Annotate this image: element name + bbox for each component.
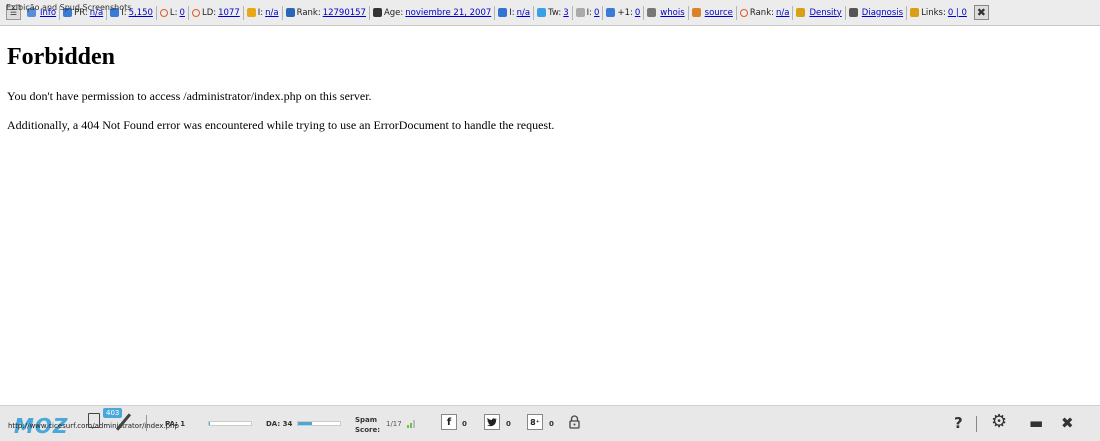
seo-item-link[interactable]: 0	[594, 8, 599, 18]
seo-item-link[interactable]: source	[705, 8, 733, 18]
seo-item-link[interactable]: 0	[180, 8, 185, 18]
seo-toolbar-items: Info PR: n/a I: 5,150 L: 0 LD: 1077 I: n/a Rank: 127…	[24, 5, 970, 20]
seo-item-link[interactable]: n/a	[776, 8, 789, 18]
seo-item-label: L:	[169, 7, 178, 18]
source-icon	[691, 8, 701, 17]
spam-score-label: Spam Score:	[355, 415, 380, 435]
settings-icon[interactable]: ⚙	[991, 411, 1007, 432]
toolbar-caption: Exibição and Spud Screenshots	[6, 3, 132, 12]
seo-item[interactable]: L: 0	[157, 5, 189, 20]
density-icon	[796, 8, 806, 17]
page-authority-meter	[208, 421, 252, 426]
bing-icon	[246, 8, 256, 17]
yahoo-links-icon	[159, 8, 168, 17]
seo-item-link[interactable]: 12790157	[323, 8, 366, 18]
page-icon	[575, 8, 585, 17]
twitter-icon	[537, 8, 547, 17]
seo-item-link[interactable]: noviembre 21, 2007	[405, 8, 491, 18]
seo-item[interactable]: I: n/a	[495, 5, 535, 20]
menu-icon[interactable]: ▬	[1029, 414, 1043, 432]
seo-item-link[interactable]: 5,150	[129, 8, 153, 18]
domain-authority-fill	[298, 422, 313, 425]
seo-item[interactable]: Rank: n/a	[737, 5, 794, 20]
spam-label-line2: Score:	[355, 426, 380, 434]
seo-item-label: Rank:	[749, 7, 774, 18]
spam-score-bars-icon	[407, 420, 415, 428]
moz-bar: MOZ http://www.cicesurf.com/administrato…	[0, 405, 1100, 441]
whois-icon	[647, 8, 657, 17]
moz-right-separator	[976, 416, 977, 432]
seo-item-link[interactable]: whois	[660, 8, 684, 18]
diagnosis-icon	[848, 8, 858, 17]
seo-item[interactable]: Rank: 12790157	[283, 5, 370, 20]
seo-item-link[interactable]: Diagnosis	[862, 8, 903, 18]
error-page: Forbidden You don't have permission to a…	[7, 44, 1087, 147]
seo-item[interactable]: Age: noviembre 21, 2007	[370, 5, 496, 20]
links-icon	[910, 8, 920, 17]
seo-item[interactable]: Links: 0 | 0	[907, 6, 970, 20]
domain-authority-label: DA: 34	[266, 420, 293, 428]
page-authority-fill	[209, 422, 210, 425]
seo-item-label: LD:	[201, 7, 217, 18]
twitter-bird-icon	[487, 417, 497, 426]
seo-item[interactable]: I: n/a	[244, 5, 283, 20]
seo-item-label: Age:	[383, 7, 404, 18]
seo-item-label: Links:	[921, 7, 946, 18]
spam-score-value: 1/17	[386, 420, 402, 428]
calendar-icon	[372, 8, 382, 17]
seo-item[interactable]: +1: 0	[603, 5, 645, 20]
alexa-icon	[285, 8, 295, 17]
seo-item[interactable]: whois	[644, 5, 689, 20]
seo-item[interactable]: LD: 1077	[189, 5, 244, 20]
close-icon[interactable]: ✖	[1061, 414, 1074, 432]
gplus-icon	[606, 8, 616, 17]
page-analysis-icon[interactable]	[88, 413, 100, 428]
spam-label-line1: Spam	[355, 416, 378, 424]
seo-item-label: Tw:	[548, 7, 562, 18]
seo-item-label: I:	[509, 7, 515, 18]
facebook-count: 0	[462, 420, 467, 428]
seo-item-link[interactable]: 0 | 0	[948, 8, 967, 18]
page-title: Forbidden	[7, 44, 116, 70]
seo-item-link[interactable]: n/a	[517, 8, 530, 18]
help-icon[interactable]: ?	[954, 414, 963, 432]
twitter-icon[interactable]	[484, 414, 500, 430]
domain-authority-meter	[297, 421, 341, 426]
seo-item-link[interactable]: Density	[809, 8, 841, 18]
seo-item[interactable]: Tw: 3	[534, 5, 573, 20]
lock-icon[interactable]	[569, 415, 580, 429]
seo-item-link[interactable]: 0	[635, 8, 640, 18]
seo-item-label: Rank:	[296, 7, 321, 18]
moz-separator	[146, 415, 147, 431]
seo-item-label: +1:	[617, 7, 633, 18]
seo-toolbar: ☰ Info PR: n/a I: 5,150 L: 0 LD: 1077 I: n/a Rank: 1…	[0, 0, 1100, 26]
seo-item-link[interactable]: 3	[563, 8, 568, 18]
seo-item[interactable]: source	[689, 5, 737, 20]
rank-ring-icon	[739, 8, 748, 17]
status-code-badge: 403	[103, 408, 123, 418]
seo-item[interactable]: Diagnosis	[846, 5, 908, 20]
link-domains-icon	[191, 8, 200, 17]
seo-item[interactable]: Density	[793, 5, 846, 20]
facebook-icon[interactable]: f	[441, 414, 457, 430]
seo-item-label: I:	[586, 7, 593, 18]
error-message: You don't have permission to access /adm…	[7, 89, 372, 103]
page-authority-label: PA: 1	[165, 420, 186, 428]
error-detail: Additionally, a 404 Not Found error was …	[7, 118, 555, 132]
toolbar-close-button[interactable]: ✖	[973, 5, 989, 20]
twitter-count: 0	[506, 420, 511, 428]
seo-item-link[interactable]: n/a	[265, 8, 278, 18]
seo-item-link[interactable]: 1077	[218, 8, 240, 18]
gplus-icon[interactable]: 8⁺	[527, 414, 543, 430]
seo-item[interactable]: I: 0	[573, 5, 604, 20]
gplus-count: 0	[549, 420, 554, 428]
seo-item-label: I:	[257, 7, 264, 18]
delicious-icon	[498, 8, 508, 17]
